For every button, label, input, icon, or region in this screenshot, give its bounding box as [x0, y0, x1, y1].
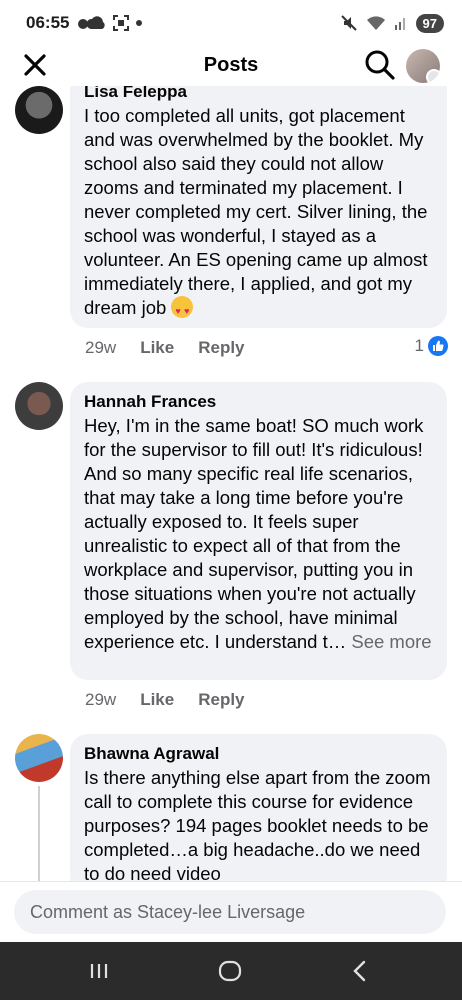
- top-app-bar: Posts: [0, 46, 462, 86]
- comment-author[interactable]: Bhawna Agrawal: [84, 744, 433, 764]
- home-icon[interactable]: [215, 956, 245, 986]
- avatar[interactable]: [15, 86, 63, 134]
- status-time: 06:55: [26, 13, 70, 32]
- comment-text-content: I too completed all units, got placement…: [84, 105, 433, 318]
- reply-button[interactable]: Reply: [198, 338, 244, 358]
- avatar[interactable]: [15, 734, 63, 782]
- reply-button[interactable]: Reply: [198, 690, 244, 710]
- like-button[interactable]: Like: [140, 690, 174, 710]
- status-right: 97: [340, 13, 444, 33]
- like-reaction-icon: [428, 336, 448, 356]
- like-button[interactable]: Like: [140, 338, 174, 358]
- comment-bubble: Lisa Feleppa I too completed all units, …: [70, 86, 447, 328]
- comment-bubble: Bhawna Agrawal Is there anything else ap…: [70, 734, 447, 881]
- status-bar: 06:55 97: [0, 0, 462, 46]
- recent-apps-icon[interactable]: [84, 956, 114, 986]
- back-icon[interactable]: [345, 956, 375, 986]
- comment-author[interactable]: Hannah Frances: [84, 392, 433, 412]
- comments-feed[interactable]: Lisa Feleppa I too completed all units, …: [0, 86, 462, 881]
- search-icon[interactable]: [364, 49, 396, 81]
- avatar[interactable]: [15, 382, 63, 430]
- wifi-icon: [366, 16, 385, 30]
- comment-text: Is there anything else apart from the zo…: [84, 767, 436, 881]
- mute-icon: [340, 15, 357, 31]
- signal-icon: [394, 18, 405, 30]
- comment-time[interactable]: 29w: [85, 338, 116, 358]
- comment-time[interactable]: 29w: [85, 690, 116, 710]
- heart-eyes-emoji-icon: [171, 296, 194, 323]
- status-notification-icons: [77, 15, 143, 31]
- screenshot-icon: [113, 15, 130, 31]
- system-navigation-bar: [0, 942, 462, 1000]
- comment-text-content: Hey, I'm in the same boat! SO much work …: [84, 415, 429, 652]
- reaction-summary[interactable]: 1: [415, 336, 448, 356]
- cloud-icon: [78, 16, 106, 29]
- comment-text: Hey, I'm in the same boat! SO much work …: [84, 414, 433, 654]
- reaction-count: 1: [414, 336, 424, 355]
- comment-author[interactable]: Lisa Feleppa: [84, 86, 433, 102]
- thread-line: [38, 786, 40, 881]
- profile-avatar-button[interactable]: [406, 49, 440, 83]
- comment-input[interactable]: Comment as Stacey-lee Liversage: [14, 890, 446, 934]
- comment-text: I too completed all units, got placement…: [84, 104, 433, 323]
- comment-composer-bar: Comment as Stacey-lee Liversage: [0, 881, 462, 942]
- comment-actions: 29w Like Reply: [85, 338, 245, 358]
- battery-indicator: 97: [415, 13, 444, 33]
- dot-icon: [136, 20, 143, 26]
- see-more-link[interactable]: See more: [351, 631, 431, 652]
- comment-bubble: Hannah Frances Hey, I'm in the same boat…: [70, 382, 447, 680]
- comment-actions: 29w Like Reply: [85, 690, 245, 710]
